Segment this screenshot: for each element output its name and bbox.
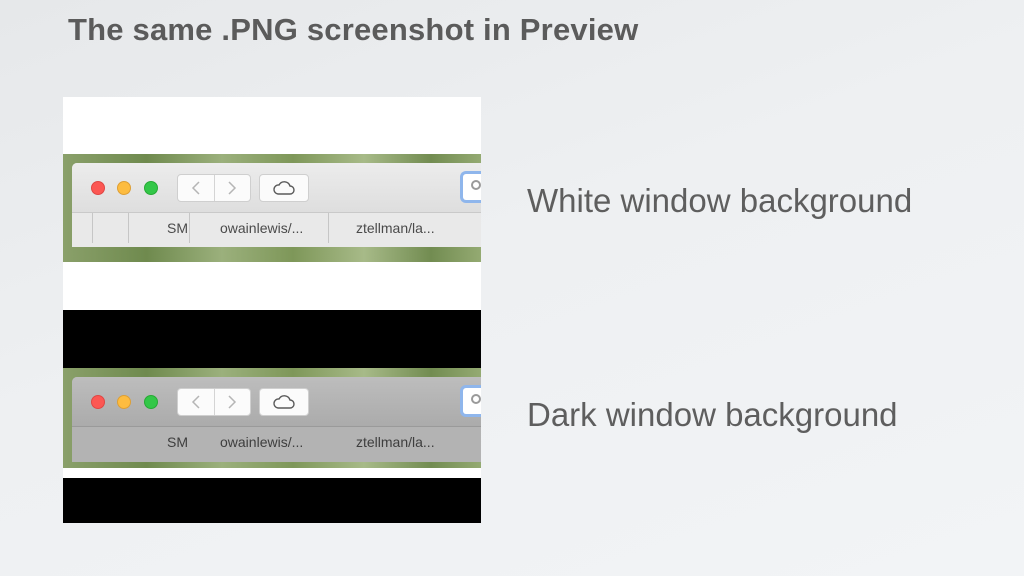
tab-sm[interactable]: SM xyxy=(167,220,188,236)
maximize-button[interactable] xyxy=(144,181,158,195)
maximize-button[interactable] xyxy=(144,395,158,409)
minimize-button[interactable] xyxy=(117,395,131,409)
tab-separator xyxy=(328,213,329,243)
window-toolbar xyxy=(72,377,481,427)
tab-sm[interactable]: SM xyxy=(167,434,188,450)
close-button[interactable] xyxy=(91,395,105,409)
tab-bar: SM owainlewis/... ztellman/la... xyxy=(72,213,481,243)
tab-separator xyxy=(128,213,129,243)
tab-ztellman[interactable]: ztellman/la... xyxy=(356,434,435,450)
caption-dark-background: Dark window background xyxy=(527,396,898,433)
back-button[interactable] xyxy=(178,389,214,415)
search-icon xyxy=(471,394,481,404)
slide-title: The same .PNG screenshot in Preview xyxy=(68,12,639,47)
chevron-right-icon xyxy=(228,395,237,409)
caption-white-background: White window background xyxy=(527,182,913,219)
chevron-right-icon xyxy=(228,181,237,195)
chevron-left-icon xyxy=(191,181,200,195)
cloud-icon xyxy=(273,395,295,409)
safari-window-light: SM owainlewis/... ztellman/la... xyxy=(72,163,481,247)
forward-button[interactable] xyxy=(213,389,251,415)
back-button[interactable] xyxy=(178,175,214,201)
icloud-tabs-button[interactable] xyxy=(259,388,309,416)
navigation-buttons xyxy=(177,174,251,202)
tab-separator xyxy=(92,213,93,243)
address-bar[interactable] xyxy=(460,171,481,203)
preview-image: SM owainlewis/... ztellman/la... SM owai… xyxy=(63,97,481,523)
tab-owainlewis[interactable]: owainlewis/... xyxy=(220,220,303,236)
close-button[interactable] xyxy=(91,181,105,195)
cloud-icon xyxy=(273,181,295,195)
chevron-left-icon xyxy=(191,395,200,409)
search-icon xyxy=(471,180,481,190)
window-toolbar xyxy=(72,163,481,213)
minimize-button[interactable] xyxy=(117,181,131,195)
tab-owainlewis[interactable]: owainlewis/... xyxy=(220,434,303,450)
tab-separator xyxy=(189,213,190,243)
tab-bar: SM owainlewis/... ztellman/la... xyxy=(72,427,481,457)
icloud-tabs-button[interactable] xyxy=(259,174,309,202)
address-bar[interactable] xyxy=(460,385,481,417)
tab-ztellman[interactable]: ztellman/la... xyxy=(356,220,435,236)
forward-button[interactable] xyxy=(213,175,251,201)
navigation-buttons xyxy=(177,388,251,416)
safari-window-dark: SM owainlewis/... ztellman/la... xyxy=(72,377,481,462)
